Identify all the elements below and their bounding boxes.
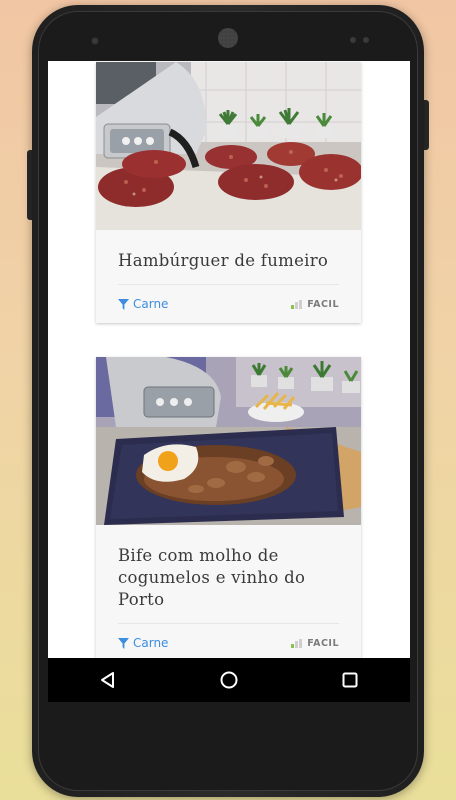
recipe-meta: Carne FACIL — [118, 624, 339, 658]
filter-icon — [118, 298, 129, 310]
home-button[interactable] — [209, 660, 249, 700]
front-camera-icon — [91, 37, 99, 45]
category-label: Carne — [133, 297, 169, 311]
card-body: Bife com molho de cogumelos e vinho do P… — [96, 525, 361, 658]
back-icon — [101, 672, 115, 688]
app-screen: Hambúrguer de fumeiro Carne FACIL Bife c… — [48, 61, 410, 658]
signal-bars-icon — [291, 299, 303, 309]
category-label: Carne — [133, 636, 169, 650]
recents-button[interactable] — [330, 660, 370, 700]
recipe-photo[interactable] — [96, 357, 361, 525]
card-body: Hambúrguer de fumeiro Carne FACIL — [96, 230, 361, 323]
recipe-title[interactable]: Bife com molho de cogumelos e vinho do P… — [118, 543, 339, 611]
filter-icon — [118, 637, 129, 649]
recipe-photo[interactable] — [96, 62, 361, 230]
speaker-grille — [218, 28, 238, 48]
proximity-sensor — [350, 37, 356, 43]
recipe-title[interactable]: Hambúrguer de fumeiro — [118, 248, 339, 272]
recents-icon — [342, 672, 358, 688]
recipe-card[interactable]: Hambúrguer de fumeiro Carne FACIL — [96, 62, 361, 323]
signal-bars-icon — [291, 638, 303, 648]
light-sensor — [363, 37, 369, 43]
category-link[interactable]: Carne — [118, 297, 168, 311]
difficulty-indicator: FACIL — [291, 638, 339, 649]
home-icon — [220, 671, 238, 689]
back-button[interactable] — [88, 660, 128, 700]
category-link[interactable]: Carne — [118, 636, 168, 650]
difficulty-label: FACIL — [307, 298, 339, 310]
difficulty-label: FACIL — [307, 637, 339, 649]
recipe-meta: Carne FACIL — [118, 285, 339, 323]
difficulty-indicator: FACIL — [291, 299, 339, 310]
recipe-card[interactable]: Bife com molho de cogumelos e vinho do P… — [96, 357, 361, 658]
navigation-bar — [48, 658, 410, 702]
